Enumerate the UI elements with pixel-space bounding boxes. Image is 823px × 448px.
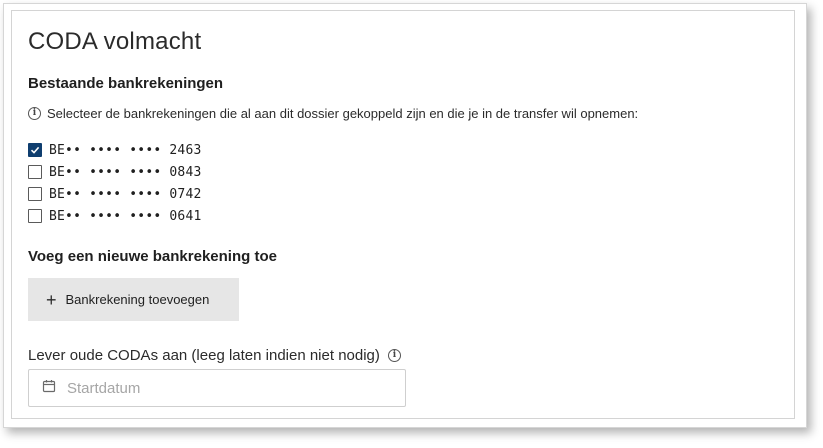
account-item[interactable]: BE•• •••• •••• 0843 <box>28 161 202 183</box>
existing-accounts-info: i Selecteer de bankrekeningen die al aan… <box>28 106 638 121</box>
info-icon: i <box>28 107 41 120</box>
account-item[interactable]: BE•• •••• •••• 0641 <box>28 205 202 227</box>
window-frame: CODA volmacht Bestaande bankrekeningen i… <box>3 3 807 428</box>
calendar-icon <box>42 379 56 398</box>
checkmark-icon <box>30 146 40 154</box>
old-codas-label: Lever oude CODAs aan (leeg laten indien … <box>28 347 401 364</box>
coda-mandate-card: CODA volmacht Bestaande bankrekeningen i… <box>11 10 795 419</box>
add-bank-account-label: Bankrekening toevoegen <box>65 292 210 307</box>
account-iban: BE•• •••• •••• 0843 <box>49 164 202 180</box>
account-checkbox[interactable] <box>28 209 42 223</box>
account-checkbox[interactable] <box>28 165 42 179</box>
page-title: CODA volmacht <box>28 28 202 55</box>
existing-accounts-info-text: Selecteer de bankrekeningen die al aan d… <box>47 106 639 121</box>
info-icon[interactable]: i <box>387 349 401 362</box>
start-date-field[interactable] <box>28 369 406 407</box>
start-date-input[interactable] <box>67 379 367 397</box>
account-checkbox[interactable] <box>28 187 42 201</box>
account-iban: BE•• •••• •••• 2463 <box>49 142 202 158</box>
existing-accounts-heading: Bestaande bankrekeningen <box>28 75 224 92</box>
account-item[interactable]: BE•• •••• •••• 0742 <box>28 183 202 205</box>
old-codas-label-text: Lever oude CODAs aan (leeg laten indien … <box>28 347 380 364</box>
account-item[interactable]: BE•• •••• •••• 2463 <box>28 139 202 161</box>
account-iban: BE•• •••• •••• 0641 <box>49 208 202 224</box>
account-checkbox[interactable] <box>28 143 42 157</box>
account-iban: BE•• •••• •••• 0742 <box>49 186 202 202</box>
plus-icon: + <box>46 289 57 310</box>
new-account-heading: Voeg een nieuwe bankrekening toe <box>28 248 277 265</box>
add-bank-account-button[interactable]: + Bankrekening toevoegen <box>28 278 239 321</box>
account-list: BE•• •••• •••• 2463 BE•• •••• •••• 0843 … <box>28 139 202 227</box>
